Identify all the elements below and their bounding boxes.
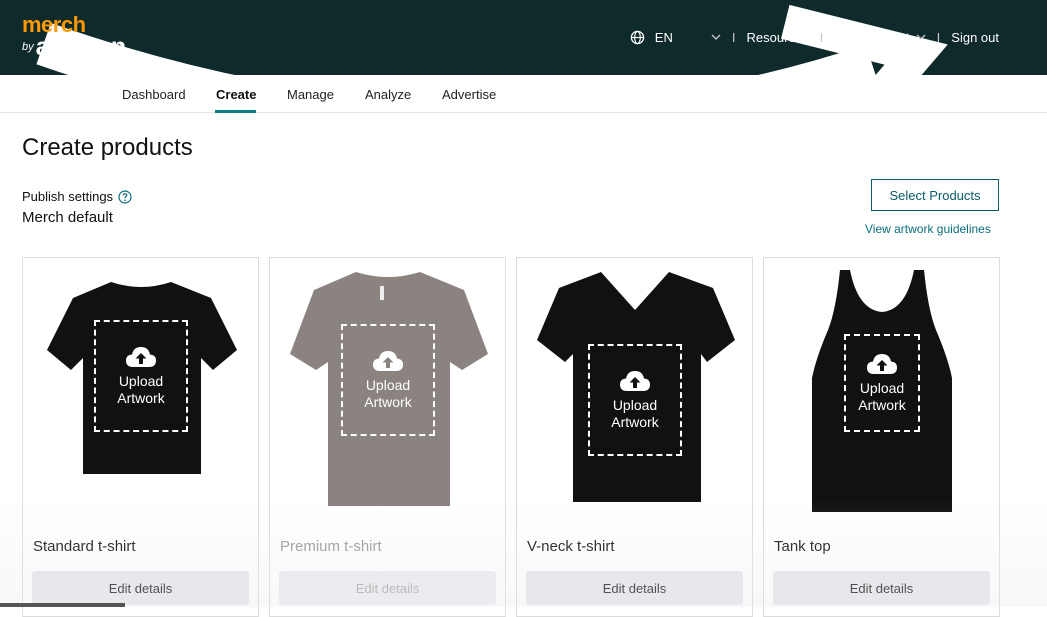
language-code: EN [654,30,673,45]
product-card-tank-top[interactable]: Upload Artwork Tank top Edit details [763,257,1000,617]
page-title: Create products [22,134,193,161]
language-selector[interactable]: EN [630,30,721,45]
upload-label-line2: Artwork [611,414,659,430]
edit-details-button[interactable]: Edit details [279,571,496,605]
video-progress-bar [0,603,125,607]
tab-dashboard[interactable]: Dashboard [122,87,186,102]
upload-artwork-area[interactable]: Upload Artwork [341,324,435,436]
chevron-down-icon [711,34,721,40]
nav-separator: I [819,30,824,45]
artwork-guidelines-link[interactable]: View artwork guidelines [865,222,991,236]
upload-artwork-area[interactable]: Upload Artwork [94,320,188,432]
tab-analyze[interactable]: Analyze [365,87,411,102]
upload-artwork-area[interactable]: Upload Artwork [844,334,920,432]
edit-details-button[interactable]: Edit details [32,571,249,605]
sub-navigation: Dashboard Create Manage Analyze Advertis… [0,75,1047,113]
merch-by-amazon-logo[interactable]: merch by amazon [22,14,127,61]
chevron-down-icon [916,34,926,40]
logo-by-text: by [22,41,34,53]
upload-label-line2: Artwork [117,390,165,406]
upload-label-line1: Upload [612,397,658,413]
publish-settings-value: Merch default [22,209,113,226]
upload-label-line1: Upload [118,373,164,389]
tab-advertise[interactable]: Advertise [442,87,496,102]
tab-manage[interactable]: Manage [287,87,334,102]
product-card-premium-tshirt[interactable]: Upload Artwork Premium t-shirt Edit deta… [269,257,506,617]
edit-details-button[interactable]: Edit details [773,571,990,605]
top-header: merch by amazon EN I Resources I Your ac… [0,0,1047,148]
account-label: Your account [834,30,910,45]
product-name: Standard t-shirt [33,538,136,555]
header-nav: EN I Resources I Your account I Sign out [630,30,999,45]
nav-separator: I [731,30,736,45]
help-circle-icon[interactable] [118,189,132,204]
tab-create[interactable]: Create [216,87,256,102]
cloud-upload-icon [126,347,156,367]
publish-settings-text: Publish settings [22,189,114,204]
account-menu[interactable]: Your account [834,30,926,45]
logo-amazon-text: amazon [35,33,127,61]
upload-label-line1: Upload [859,380,905,396]
sign-out-link[interactable]: Sign out [951,30,999,45]
product-card-vneck-tshirt[interactable]: Upload Artwork V-neck t-shirt Edit detai… [516,257,753,617]
globe-icon [630,30,645,45]
select-products-button[interactable]: Select Products [871,179,999,211]
cloud-upload-icon [620,371,650,391]
upload-artwork-area[interactable]: Upload Artwork [588,344,682,456]
product-name: V-neck t-shirt [527,538,615,555]
edit-details-button[interactable]: Edit details [526,571,743,605]
cloud-upload-icon [867,354,897,374]
upload-label-line2: Artwork [858,397,906,413]
product-card-standard-tshirt[interactable]: Upload Artwork Standard t-shirt Edit det… [22,257,259,617]
cloud-upload-icon [373,351,403,371]
upload-label-line1: Upload [365,377,411,393]
product-name: Tank top [774,538,831,555]
active-tab-indicator [215,110,256,113]
nav-separator: I [936,30,941,45]
upload-label-line2: Artwork [364,394,412,410]
publish-settings-label: Publish settings [22,189,132,204]
resources-link[interactable]: Resources [746,30,808,45]
product-name: Premium t-shirt [280,538,382,555]
